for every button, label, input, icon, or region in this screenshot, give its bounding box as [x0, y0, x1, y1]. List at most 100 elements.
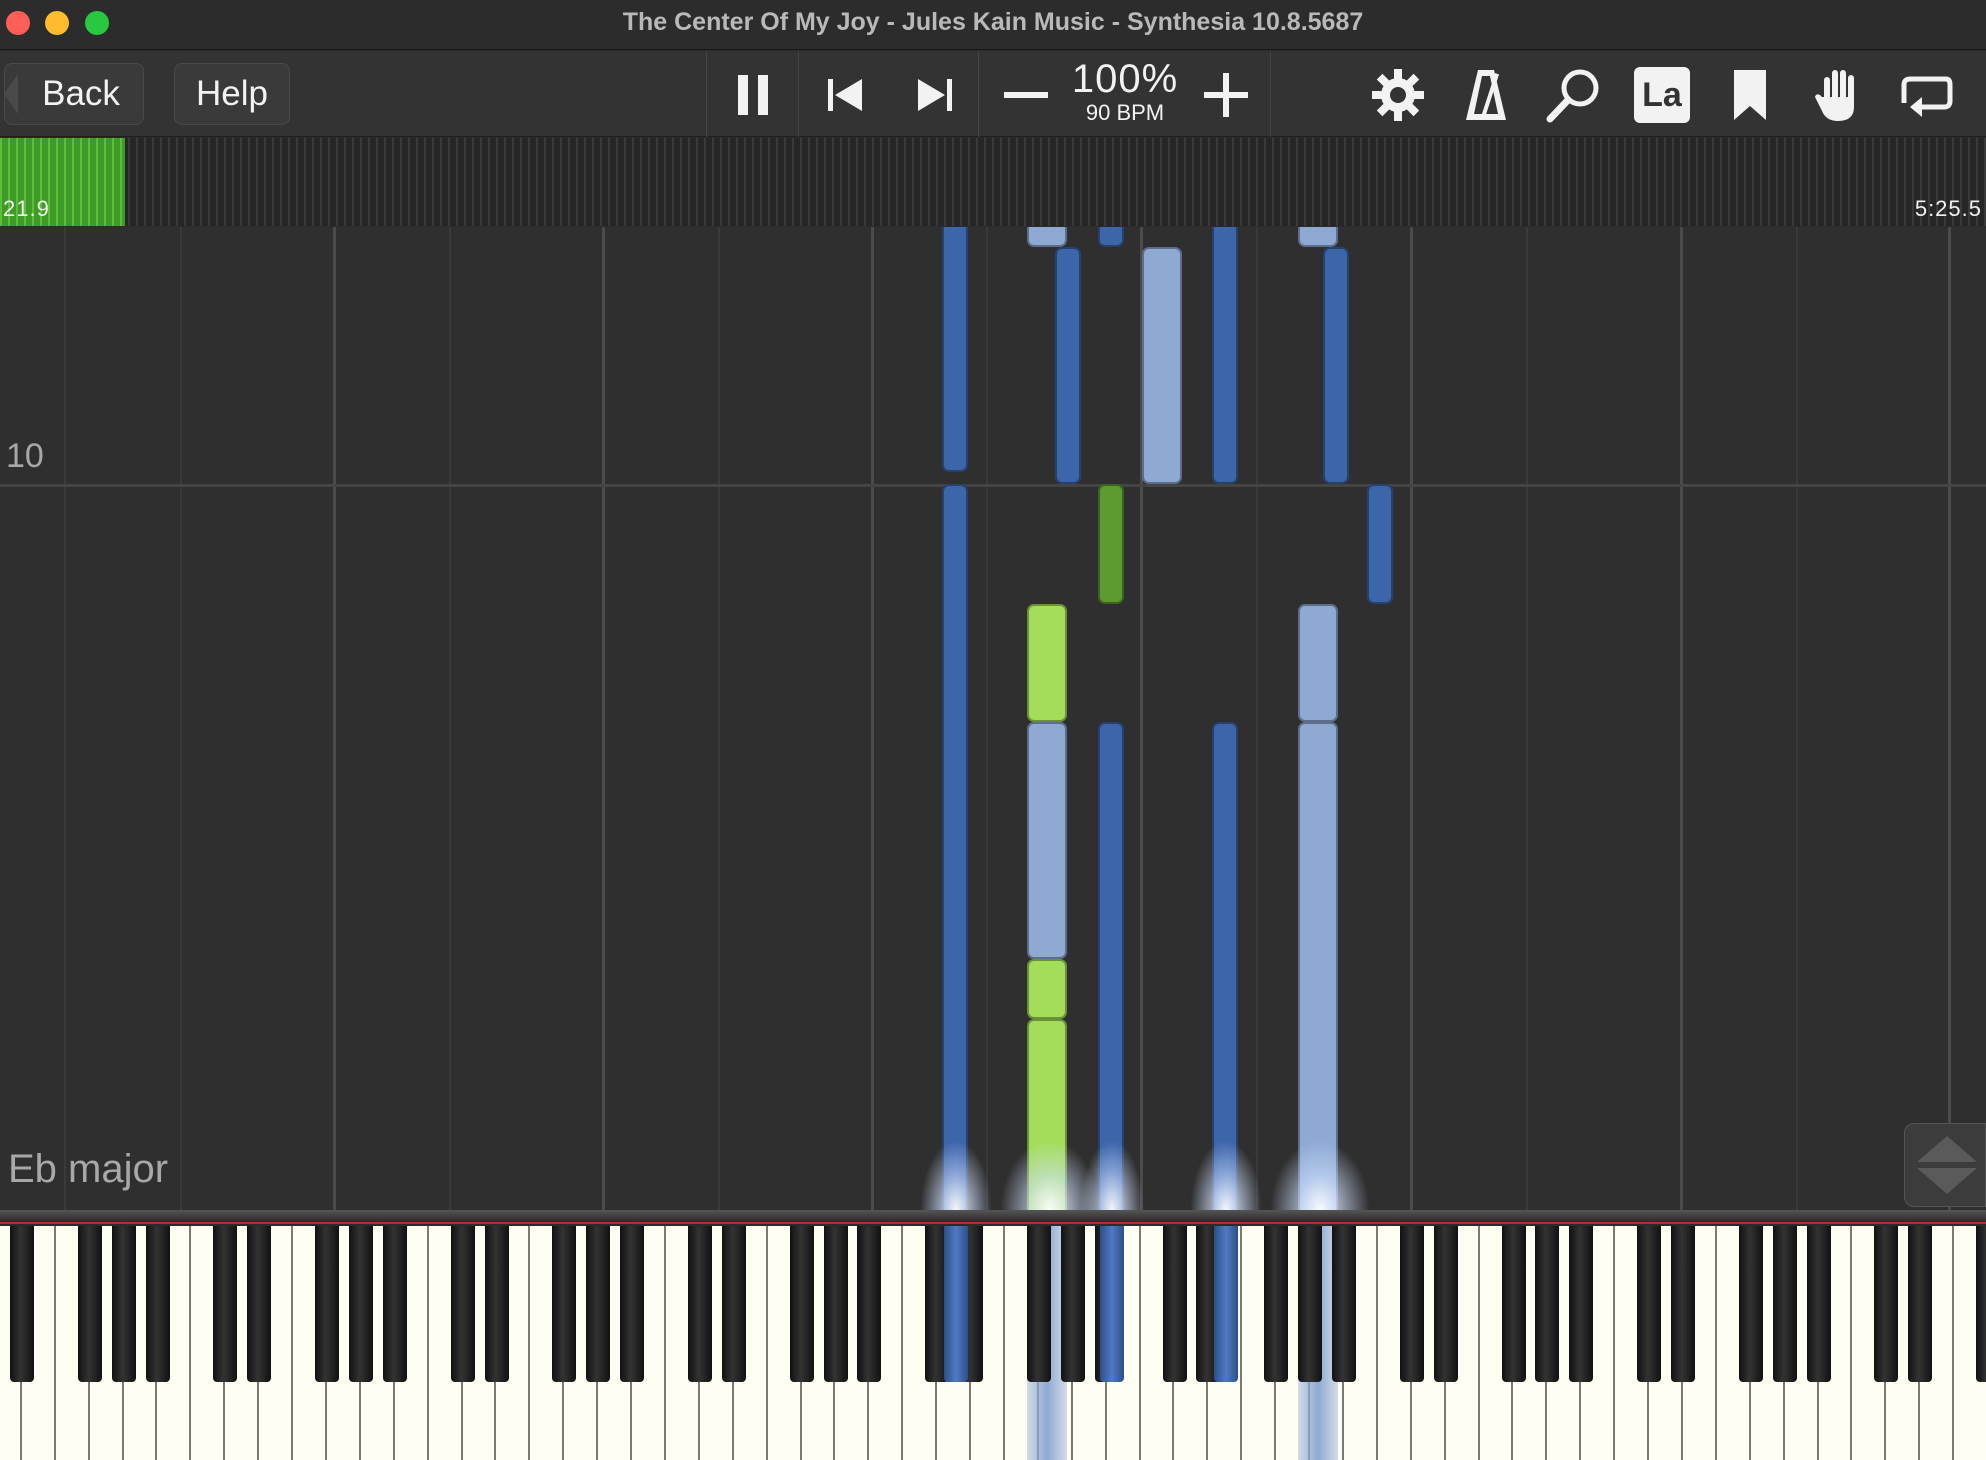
- black-key[interactable]: [721, 1226, 746, 1382]
- gridline: [1410, 227, 1413, 1210]
- total-time: 5:25.5: [1914, 196, 1982, 221]
- note-bar: [1298, 722, 1338, 1210]
- black-key[interactable]: [857, 1226, 882, 1382]
- note-labels-button[interactable]: La: [1632, 65, 1692, 125]
- pressed-black-key[interactable]: [944, 1226, 968, 1382]
- black-key[interactable]: [1637, 1226, 1662, 1382]
- note-bar: [942, 227, 968, 472]
- slower-button[interactable]: [996, 65, 1056, 125]
- black-key[interactable]: [77, 1226, 102, 1382]
- black-key[interactable]: [823, 1226, 848, 1382]
- pause-icon: [738, 75, 768, 115]
- metronome-button[interactable]: [1456, 65, 1516, 125]
- note-hit-flare: [920, 1140, 992, 1210]
- tempo-bpm: 90 BPM: [1085, 100, 1165, 125]
- black-key[interactable]: [9, 1226, 34, 1382]
- black-key[interactable]: [1060, 1226, 1085, 1382]
- black-key[interactable]: [382, 1226, 407, 1382]
- pressed-black-key[interactable]: [1214, 1226, 1238, 1382]
- black-key[interactable]: [1535, 1226, 1560, 1382]
- note-hit-flare: [1080, 1140, 1144, 1210]
- gridline: [1948, 227, 1951, 1210]
- gridline: [180, 227, 182, 1210]
- black-key[interactable]: [789, 1226, 814, 1382]
- black-key[interactable]: [213, 1226, 238, 1382]
- hand-select-button[interactable]: [1808, 65, 1868, 125]
- gridline: [1526, 227, 1528, 1210]
- skip-back-icon: [828, 79, 862, 111]
- black-key[interactable]: [1298, 1226, 1323, 1382]
- song-progress-bar[interactable]: 21.9 5:25.5: [0, 138, 1986, 226]
- note-bar: [1298, 604, 1338, 722]
- speed-percent: 100%: [1071, 57, 1179, 101]
- note-bar: [1142, 247, 1182, 484]
- note-bar: [1098, 227, 1124, 247]
- gridline: [1256, 227, 1258, 1210]
- black-key[interactable]: [145, 1226, 170, 1382]
- black-key[interactable]: [1874, 1226, 1899, 1382]
- toolbar-divider: [706, 51, 707, 137]
- black-key[interactable]: [450, 1226, 475, 1382]
- black-key[interactable]: [1433, 1226, 1458, 1382]
- window-title: The Center Of My Joy - Jules Kain Music …: [622, 8, 1364, 36]
- skip-forward-button[interactable]: [904, 65, 964, 125]
- view-scroll-button[interactable]: [1904, 1123, 1986, 1207]
- note-bar: [1367, 484, 1393, 604]
- toolbar-divider: [1270, 51, 1271, 137]
- black-key[interactable]: [1399, 1226, 1424, 1382]
- black-key[interactable]: [484, 1226, 509, 1382]
- note-hit-flare: [1270, 1140, 1370, 1210]
- settings-button[interactable]: [1368, 65, 1428, 125]
- keyboard-rail: [0, 1210, 1986, 1224]
- black-key[interactable]: [1806, 1226, 1831, 1382]
- measure-line: [0, 484, 1986, 487]
- gridline: [333, 227, 336, 1210]
- black-key[interactable]: [1264, 1226, 1289, 1382]
- skip-forward-icon: [918, 79, 952, 111]
- note-bar: [1027, 604, 1067, 722]
- black-key[interactable]: [1569, 1226, 1594, 1382]
- toolbar-divider: [978, 51, 979, 137]
- gridline: [986, 227, 988, 1210]
- black-key[interactable]: [111, 1226, 136, 1382]
- note-bar: [1098, 722, 1124, 1210]
- black-key[interactable]: [552, 1226, 577, 1382]
- gridline: [64, 227, 66, 1210]
- measure-number: 10: [6, 437, 44, 475]
- piano-keyboard[interactable]: [0, 1226, 1986, 1460]
- black-key[interactable]: [348, 1226, 373, 1382]
- black-key[interactable]: [687, 1226, 712, 1382]
- black-key[interactable]: [315, 1226, 339, 1382]
- black-key[interactable]: [1501, 1226, 1526, 1382]
- black-key[interactable]: [247, 1226, 272, 1382]
- black-key[interactable]: [1332, 1226, 1356, 1382]
- zoom-button[interactable]: [1544, 65, 1604, 125]
- note-bar: [1055, 247, 1081, 484]
- black-key[interactable]: [1738, 1226, 1763, 1382]
- note-label-badge: La: [1634, 67, 1690, 123]
- gear-icon: [1372, 69, 1424, 121]
- gridline: [1680, 227, 1683, 1210]
- note-bar: [1212, 227, 1238, 484]
- black-key[interactable]: [1162, 1226, 1187, 1382]
- black-key[interactable]: [1908, 1226, 1933, 1382]
- loop-icon: [1901, 76, 1953, 117]
- note-hit-flare: [1190, 1140, 1262, 1210]
- black-key[interactable]: [620, 1226, 645, 1382]
- bookmark-button[interactable]: [1720, 65, 1780, 125]
- back-button[interactable]: Back: [4, 63, 144, 125]
- black-key[interactable]: [1772, 1226, 1797, 1382]
- black-key[interactable]: [1976, 1226, 1986, 1382]
- loop-button[interactable]: [1896, 65, 1956, 125]
- speed-display: 100% 90 BPM: [1060, 57, 1190, 125]
- black-key[interactable]: [1026, 1226, 1051, 1382]
- black-key[interactable]: [1671, 1226, 1695, 1382]
- synthesia-window: The Center Of My Joy - Jules Kain Music …: [0, 0, 1986, 1460]
- help-button[interactable]: Help: [174, 63, 290, 125]
- pressed-black-key[interactable]: [1100, 1226, 1124, 1382]
- elapsed-time: 21.9: [3, 196, 50, 221]
- black-key[interactable]: [586, 1226, 611, 1382]
- pause-button[interactable]: [724, 65, 784, 125]
- skip-back-button[interactable]: [816, 65, 876, 125]
- faster-button[interactable]: [1196, 65, 1256, 125]
